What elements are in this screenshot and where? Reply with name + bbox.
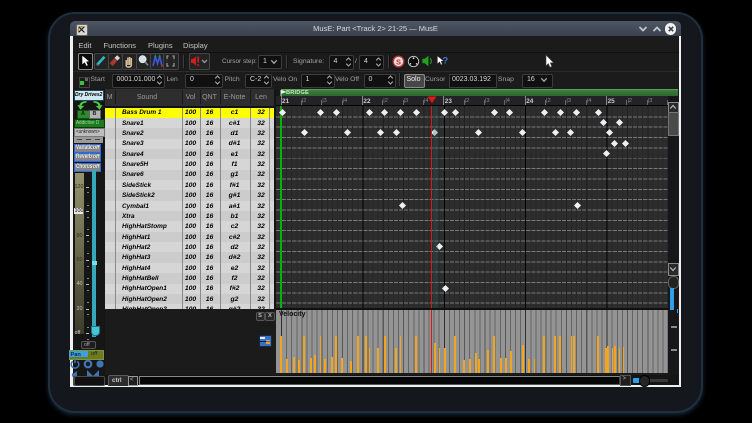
svg-text:S: S: [395, 57, 400, 66]
svg-text:?: ?: [442, 55, 448, 65]
